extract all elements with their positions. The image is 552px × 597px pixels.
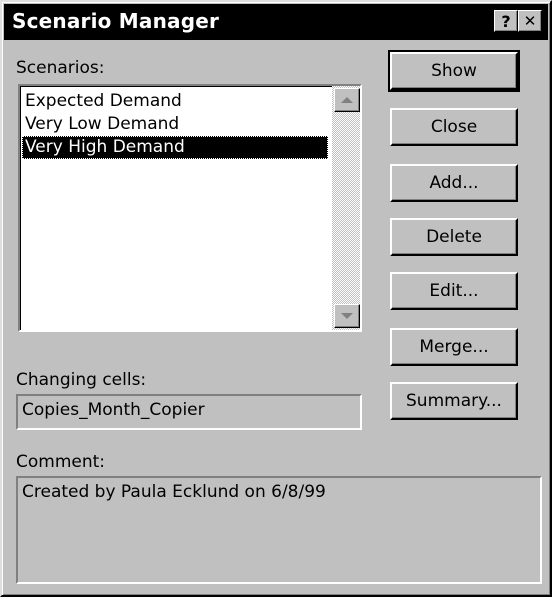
help-button[interactable]: ? xyxy=(494,10,518,32)
comment-label: Comment: xyxy=(16,452,106,472)
add-button[interactable]: Add... xyxy=(390,164,518,202)
close-icon: ✕ xyxy=(523,12,537,30)
scenarios-label: Scenarios: xyxy=(16,58,105,78)
scroll-down-button[interactable] xyxy=(334,304,360,328)
merge-button[interactable]: Merge... xyxy=(390,328,518,366)
scroll-up-button[interactable] xyxy=(334,88,360,112)
changing-cells-label: Changing cells: xyxy=(16,370,147,390)
scroll-up-arrow-icon xyxy=(341,97,353,103)
close-window-button[interactable]: ✕ xyxy=(518,10,542,32)
vertical-scrollbar[interactable] xyxy=(332,86,360,330)
list-item-selected[interactable]: Very High Demand xyxy=(22,136,328,159)
show-button[interactable]: Show xyxy=(388,50,520,92)
help-icon: ? xyxy=(501,11,511,31)
summary-button[interactable]: Summary... xyxy=(390,382,518,420)
delete-button[interactable]: Delete xyxy=(390,218,518,256)
comment-field: Created by Paula Ecklund on 6/8/99 xyxy=(16,476,542,584)
scenarios-listbox[interactable]: Expected Demand Very Low Demand Very Hig… xyxy=(18,84,362,332)
window-title: Scenario Manager xyxy=(12,9,220,33)
edit-button[interactable]: Edit... xyxy=(390,272,518,310)
scroll-down-arrow-icon xyxy=(341,313,353,319)
title-bar[interactable]: Scenario Manager ? ✕ xyxy=(4,4,548,40)
scenario-manager-dialog: Scenario Manager ? ✕ Scenarios: Expected… xyxy=(0,0,552,597)
list-item[interactable]: Very Low Demand xyxy=(22,113,328,136)
scenarios-list: Expected Demand Very Low Demand Very Hig… xyxy=(22,90,328,159)
changing-cells-field: Copies_Month_Copier xyxy=(16,394,362,430)
list-item[interactable]: Expected Demand xyxy=(22,90,328,113)
close-button[interactable]: Close xyxy=(390,108,518,146)
